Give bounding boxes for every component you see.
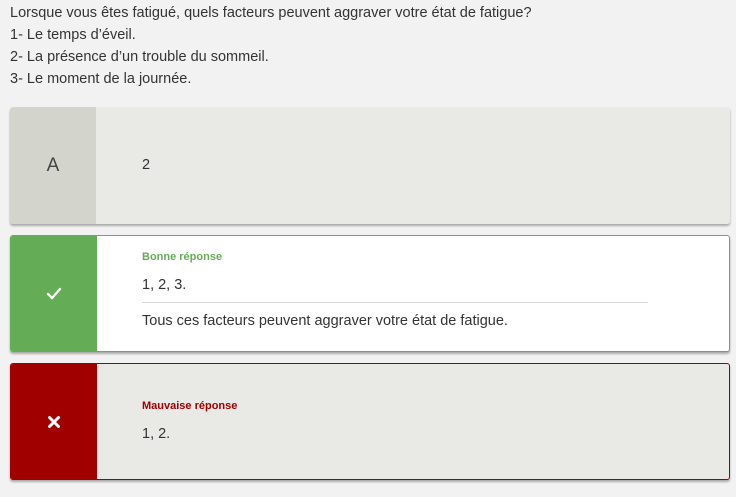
selected-answer-value: 2 — [142, 157, 151, 173]
wrong-answer: 1, 2. — [142, 426, 171, 442]
question-item-3: 3- Le moment de la journée. — [10, 71, 192, 87]
wrong-indicator — [11, 364, 97, 479]
question-block: Lorsque vous êtes fatigué, quels facteur… — [10, 2, 532, 90]
question-item-2: 2- La présence d’un trouble du sommeil. — [10, 49, 269, 65]
checkmark-icon — [46, 287, 62, 300]
wrong-label: Mauvaise réponse — [142, 400, 238, 412]
correct-indicator — [11, 236, 97, 351]
correct-answer-card: Bonne réponse 1, 2, 3. Tous ces facteurs… — [10, 235, 730, 352]
correct-answer: 1, 2, 3. — [142, 277, 187, 293]
cross-icon — [47, 415, 61, 429]
wrong-body: Mauvaise réponse 1, 2. — [97, 364, 729, 479]
question-text: Lorsque vous êtes fatigué, quels facteur… — [10, 5, 532, 21]
option-letter-box: A — [10, 107, 96, 224]
question-item-1: 1- Le temps d’éveil. — [10, 27, 136, 43]
answer-option-a[interactable]: A 2 — [10, 107, 730, 224]
option-letter: A — [46, 154, 60, 176]
option-body: 2 — [96, 107, 730, 224]
divider — [142, 302, 648, 303]
correct-body: Bonne réponse 1, 2, 3. Tous ces facteurs… — [97, 236, 729, 351]
correct-label: Bonne réponse — [142, 251, 223, 263]
wrong-answer-card: Mauvaise réponse 1, 2. — [10, 363, 730, 480]
explanation-text: Tous ces facteurs peuvent aggraver votre… — [142, 313, 508, 329]
